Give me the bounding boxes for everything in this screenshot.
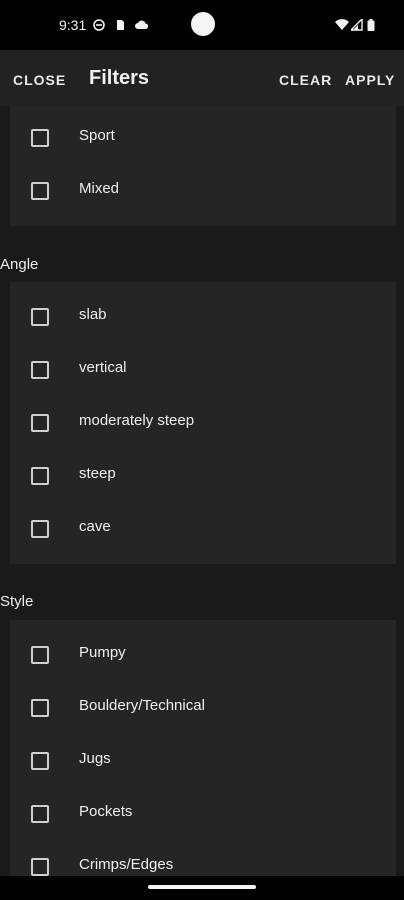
filter-option-bouldery-technical[interactable]: Bouldery/Technical bbox=[10, 681, 396, 734]
clear-button[interactable]: CLEAR bbox=[279, 72, 332, 88]
filter-option-jugs[interactable]: Jugs bbox=[10, 734, 396, 787]
option-label: steep bbox=[79, 465, 116, 482]
filter-option-sport[interactable]: Sport bbox=[10, 111, 396, 164]
option-label: Sport bbox=[79, 127, 115, 144]
section-header-style: Style bbox=[0, 593, 34, 610]
filter-option-slab[interactable]: slab bbox=[10, 290, 396, 343]
style-filter-card: Pumpy Bouldery/Technical Jugs Pockets Cr… bbox=[10, 620, 396, 900]
home-gesture-handle[interactable] bbox=[148, 885, 256, 889]
filter-option-steep[interactable]: steep bbox=[10, 449, 396, 502]
checkbox[interactable] bbox=[31, 646, 49, 664]
system-navigation-bar bbox=[0, 876, 404, 900]
app-bar: CLOSE Filters CLEAR APPLY bbox=[0, 50, 404, 106]
option-label: vertical bbox=[79, 359, 127, 376]
page-title: Filters bbox=[89, 67, 150, 89]
filter-option-pockets[interactable]: Pockets bbox=[10, 787, 396, 840]
front-camera bbox=[191, 12, 215, 36]
checkbox[interactable] bbox=[31, 182, 49, 200]
wifi-icon bbox=[335, 19, 349, 30]
checkbox[interactable] bbox=[31, 361, 49, 379]
status-time: 9:31 bbox=[59, 17, 87, 33]
signal-icon bbox=[351, 19, 363, 31]
status-bar: 9:31 bbox=[0, 0, 404, 50]
option-label: slab bbox=[79, 306, 107, 323]
cloud-icon bbox=[135, 20, 149, 29]
checkbox[interactable] bbox=[31, 699, 49, 717]
checkbox[interactable] bbox=[31, 520, 49, 538]
checkbox[interactable] bbox=[31, 858, 49, 876]
checkbox[interactable] bbox=[31, 129, 49, 147]
option-label: Crimps/Edges bbox=[79, 856, 174, 873]
filter-option-mixed[interactable]: Mixed bbox=[10, 164, 396, 217]
battery-icon bbox=[367, 19, 375, 31]
type-filter-card: Sport Mixed bbox=[10, 106, 396, 226]
option-label: Pumpy bbox=[79, 644, 126, 661]
option-label: moderately steep bbox=[79, 412, 195, 429]
filters-screen: 9:31 CLOSE Filters CLEAR APPLY Sport Mix… bbox=[0, 0, 404, 900]
checkbox[interactable] bbox=[31, 805, 49, 823]
checkbox[interactable] bbox=[31, 414, 49, 432]
filter-option-vertical[interactable]: vertical bbox=[10, 343, 396, 396]
section-header-angle: Angle bbox=[0, 256, 39, 273]
checkbox[interactable] bbox=[31, 467, 49, 485]
option-label: cave bbox=[79, 518, 111, 535]
checkbox[interactable] bbox=[31, 752, 49, 770]
option-label: Pockets bbox=[79, 803, 133, 820]
filter-option-cave[interactable]: cave bbox=[10, 502, 396, 555]
dnd-icon bbox=[93, 19, 105, 31]
option-label: Bouldery/Technical bbox=[79, 697, 205, 714]
filter-option-moderately-steep[interactable]: moderately steep bbox=[10, 396, 396, 449]
close-button[interactable]: CLOSE bbox=[13, 72, 66, 88]
angle-filter-card: slab vertical moderately steep steep cav… bbox=[10, 282, 396, 564]
filter-option-pumpy[interactable]: Pumpy bbox=[10, 628, 396, 681]
option-label: Mixed bbox=[79, 180, 120, 197]
apply-button[interactable]: APPLY bbox=[345, 72, 395, 88]
sim-icon bbox=[117, 20, 124, 30]
option-label: Jugs bbox=[79, 750, 111, 767]
checkbox[interactable] bbox=[31, 308, 49, 326]
